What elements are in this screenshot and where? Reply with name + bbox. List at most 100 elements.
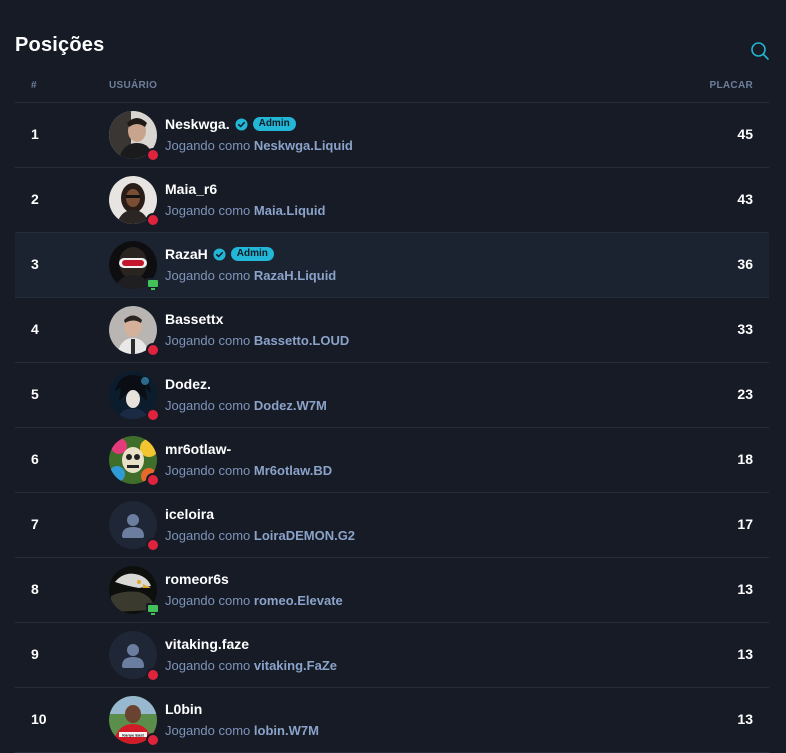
offline-status-dot xyxy=(146,408,160,422)
table-row[interactable]: 9 vitaking.faze Jogando como vitaking.FaZe… xyxy=(15,623,769,688)
ingame-name: vitaking.FaZe xyxy=(253,658,337,673)
username-line: RazaH Admin xyxy=(165,246,274,262)
playing-as-label: Jogando como xyxy=(165,268,251,283)
playing-as-label: Jogando como xyxy=(165,398,251,413)
verified-check-icon xyxy=(235,117,248,131)
rank: 3 xyxy=(31,256,39,272)
playing-as: Jogando como vitaking.FaZe xyxy=(165,658,337,673)
username[interactable]: iceloira xyxy=(165,506,214,522)
table-row[interactable]: 6 mr6otlaw- Jogando como Mr6otlaw.BD 18 xyxy=(15,428,769,493)
rank: 4 xyxy=(31,321,39,337)
username[interactable]: L0bin xyxy=(165,701,202,717)
offline-status-dot xyxy=(146,343,160,357)
online-status-icon xyxy=(146,603,160,617)
username[interactable]: Dodez. xyxy=(165,376,211,392)
playing-as-label: Jogando como xyxy=(165,333,251,348)
offline-status-dot xyxy=(146,538,160,552)
playing-as-label: Jogando como xyxy=(165,138,251,153)
ingame-name: Bassetto.LOUD xyxy=(253,333,350,348)
username[interactable]: Neskwga. xyxy=(165,116,230,132)
offline-status-dot xyxy=(146,668,160,682)
username-line: iceloira xyxy=(165,506,214,522)
score: 23 xyxy=(737,386,753,402)
username-line: Neskwga. Admin xyxy=(165,116,296,132)
ingame-name: romeo.Elevate xyxy=(253,593,343,608)
playing-as-label: Jogando como xyxy=(165,463,251,478)
playing-as: Jogando como Dodez.W7M xyxy=(165,398,327,413)
username[interactable]: Maia_r6 xyxy=(165,181,217,197)
table-row[interactable]: 8 romeor6s Jogando como romeo.Elevate 13 xyxy=(15,558,769,623)
username[interactable]: mr6otlaw- xyxy=(165,441,231,457)
rank: 2 xyxy=(31,191,39,207)
score: 18 xyxy=(737,451,753,467)
search-button[interactable] xyxy=(749,40,771,62)
username-line: Dodez. xyxy=(165,376,211,392)
ingame-name: lobin.W7M xyxy=(253,723,319,738)
playing-as-label: Jogando como xyxy=(165,723,251,738)
playing-as-label: Jogando como xyxy=(165,658,251,673)
playing-as-label: Jogando como xyxy=(165,593,251,608)
ingame-name: Neskwga.Liquid xyxy=(253,138,353,153)
ingame-name: RazaH.Liquid xyxy=(253,268,337,283)
table-row[interactable]: 10 Kanye East L0bin Jogando como lobin.W7M 1… xyxy=(15,688,769,753)
playing-as-label: Jogando como xyxy=(165,528,251,543)
header-user[interactable]: USUÁRIO xyxy=(109,80,157,91)
ingame-name: Dodez.W7M xyxy=(253,398,327,413)
score: 45 xyxy=(737,126,753,142)
rank: 5 xyxy=(31,386,39,402)
page-title: Posições xyxy=(15,34,105,56)
score: 43 xyxy=(737,191,753,207)
table-header: # USUÁRIO PLACAR xyxy=(15,74,769,103)
table-row[interactable]: 7 iceloira Jogando como LoiraDEMON.G2 17 xyxy=(15,493,769,558)
offline-status-dot xyxy=(146,473,160,487)
playing-as-label: Jogando como xyxy=(165,203,251,218)
svg-text:Kanye East: Kanye East xyxy=(122,733,144,738)
playing-as: Jogando como Mr6otlaw.BD xyxy=(165,463,332,478)
username[interactable]: romeor6s xyxy=(165,571,229,587)
username[interactable]: vitaking.faze xyxy=(165,636,249,652)
username[interactable]: RazaH xyxy=(165,246,208,262)
table-row[interactable]: 1 Neskwga. Admin Jogando como Neskwga.Liqui… xyxy=(15,103,769,168)
rank: 8 xyxy=(31,581,39,597)
rank: 7 xyxy=(31,516,39,532)
ingame-name: Mr6otlaw.BD xyxy=(253,463,333,478)
username[interactable]: Bassettx xyxy=(165,311,223,327)
ingame-name: LoiraDEMON.G2 xyxy=(253,528,356,543)
header-rank: # xyxy=(31,80,37,91)
online-status-icon xyxy=(146,278,160,292)
offline-status-dot xyxy=(146,733,160,747)
username-line: L0bin xyxy=(165,701,202,717)
offline-status-dot xyxy=(146,213,160,227)
playing-as: Jogando como RazaH.Liquid xyxy=(165,268,336,283)
table-row[interactable]: 3 RazaH Admin Jogando como RazaH.Liquid 36 xyxy=(15,233,769,298)
offline-status-dot xyxy=(146,148,160,162)
username-line: romeor6s xyxy=(165,571,229,587)
admin-badge: Admin xyxy=(252,117,296,131)
table-row[interactable]: 2 Maia_r6 Jogando como Maia.Liquid 43 xyxy=(15,168,769,233)
rank: 10 xyxy=(31,711,47,727)
playing-as: Jogando como romeo.Elevate xyxy=(165,593,343,608)
verified-check-icon xyxy=(213,247,226,261)
score: 17 xyxy=(737,516,753,532)
ingame-name: Maia.Liquid xyxy=(253,203,326,218)
score: 13 xyxy=(737,711,753,727)
username-line: mr6otlaw- xyxy=(165,441,231,457)
score: 13 xyxy=(737,581,753,597)
rank: 1 xyxy=(31,126,39,142)
playing-as: Jogando como Neskwga.Liquid xyxy=(165,138,353,153)
playing-as: Jogando como Bassetto.LOUD xyxy=(165,333,349,348)
score: 33 xyxy=(737,321,753,337)
table-row[interactable]: 5 Dodez. Jogando como Dodez.W7M 23 xyxy=(15,363,769,428)
table-row[interactable]: 4 Bassettx Jogando como Bassetto.LOUD 33 xyxy=(15,298,769,363)
username-line: Maia_r6 xyxy=(165,181,217,197)
leaderboard-list: 1 Neskwga. Admin Jogando como Neskwga.Liqui… xyxy=(15,103,769,753)
rank: 6 xyxy=(31,451,39,467)
header-score[interactable]: PLACAR xyxy=(710,80,753,91)
admin-badge: Admin xyxy=(230,247,274,261)
score: 36 xyxy=(737,256,753,272)
username-line: Bassettx xyxy=(165,311,223,327)
playing-as: Jogando como Maia.Liquid xyxy=(165,203,325,218)
score: 13 xyxy=(737,646,753,662)
rank: 9 xyxy=(31,646,39,662)
username-line: vitaking.faze xyxy=(165,636,249,652)
